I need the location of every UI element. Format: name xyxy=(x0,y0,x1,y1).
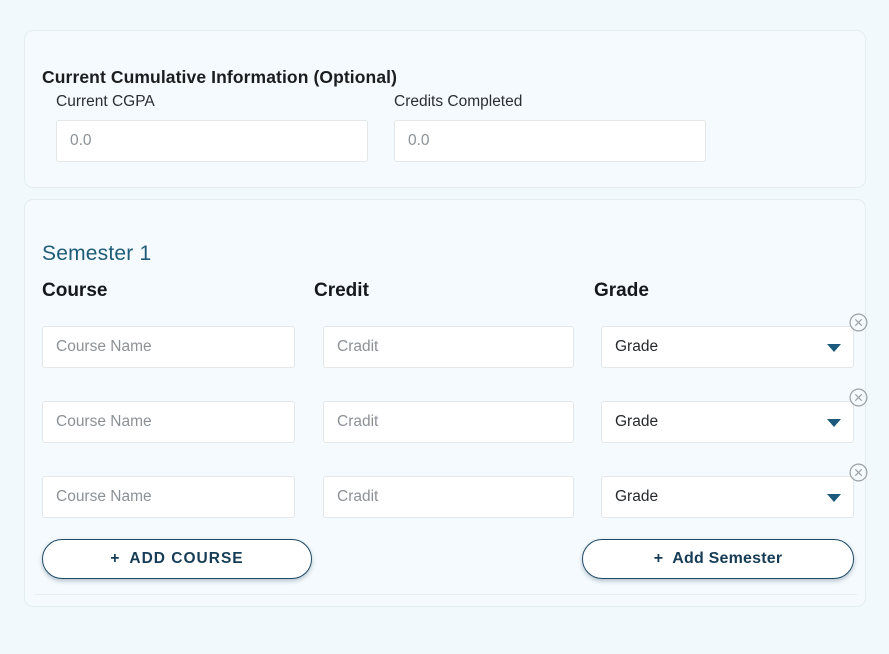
add-semester-button-label: Add Semester xyxy=(672,550,783,567)
course-name-input[interactable] xyxy=(42,326,295,368)
credit-input[interactable] xyxy=(323,326,574,368)
credits-completed-input[interactable] xyxy=(394,120,706,162)
plus-icon: + xyxy=(110,550,121,567)
add-semester-button[interactable]: + Add Semester xyxy=(582,539,854,579)
cumulative-information-card: Current Cumulative Information (Optional… xyxy=(24,30,866,188)
course-name-cell xyxy=(42,401,295,443)
column-header-credit: Credit xyxy=(314,280,369,301)
grade-cell: Grade xyxy=(601,463,868,518)
cumulative-information-title: Current Cumulative Information (Optional… xyxy=(42,66,398,87)
grade-cell: Grade xyxy=(601,388,868,443)
course-row: Grade xyxy=(42,388,868,470)
course-row: Grade xyxy=(42,463,868,545)
current-cgpa-field-group: Current CGPA xyxy=(56,93,368,162)
column-header-grade: Grade xyxy=(594,280,649,301)
circle-x-icon xyxy=(849,313,868,332)
credits-completed-field-group: Credits Completed xyxy=(394,93,706,162)
grade-select-value: Grade xyxy=(615,338,659,355)
grade-select-value: Grade xyxy=(615,488,659,505)
circle-x-icon xyxy=(849,388,868,407)
grade-cell: Grade xyxy=(601,313,868,368)
grade-select[interactable]: Grade xyxy=(601,401,854,443)
remove-course-button[interactable] xyxy=(849,388,868,407)
course-name-cell xyxy=(42,326,295,368)
grade-select-value: Grade xyxy=(615,413,659,430)
gpa-calculator-page: Current Cumulative Information (Optional… xyxy=(0,0,889,654)
semester-card: Semester 1 Course Credit Grade Grade xyxy=(24,199,868,607)
grade-select[interactable]: Grade xyxy=(601,326,854,368)
course-name-input[interactable] xyxy=(42,401,295,443)
credits-completed-label: Credits Completed xyxy=(394,93,523,110)
course-name-cell xyxy=(42,476,295,518)
credit-cell xyxy=(323,401,574,443)
column-header-course: Course xyxy=(42,280,108,301)
course-rows: Grade xyxy=(42,313,868,545)
circle-x-icon xyxy=(849,463,868,482)
chevron-down-icon xyxy=(827,494,841,502)
grade-select[interactable]: Grade xyxy=(601,476,854,518)
credit-input[interactable] xyxy=(323,476,574,518)
course-name-input[interactable] xyxy=(42,476,295,518)
credit-cell xyxy=(323,326,574,368)
credit-cell xyxy=(323,476,574,518)
card-divider xyxy=(35,594,857,595)
add-course-button[interactable]: + ADD COURSE xyxy=(42,539,312,579)
chevron-down-icon xyxy=(827,419,841,427)
plus-icon: + xyxy=(653,550,664,567)
remove-course-button[interactable] xyxy=(849,463,868,482)
current-cgpa-label: Current CGPA xyxy=(56,93,155,110)
chevron-down-icon xyxy=(827,344,841,352)
course-table-header: Course Credit Grade xyxy=(42,280,850,306)
add-course-button-label: ADD COURSE xyxy=(129,550,244,567)
remove-course-button[interactable] xyxy=(849,313,868,332)
credit-input[interactable] xyxy=(323,401,574,443)
course-row: Grade xyxy=(42,313,868,395)
semester-title: Semester 1 xyxy=(42,242,152,265)
current-cgpa-input[interactable] xyxy=(56,120,368,162)
